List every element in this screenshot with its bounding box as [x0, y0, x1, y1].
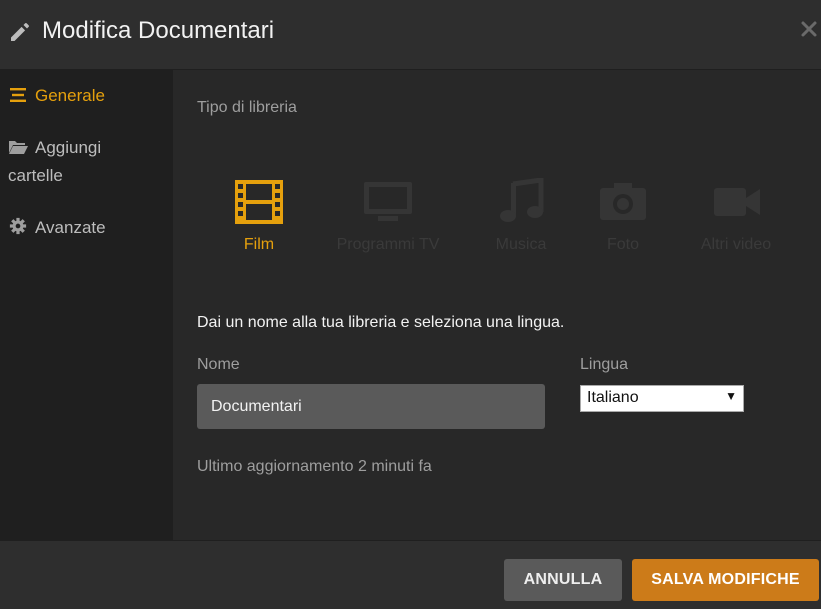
sidebar-item-avanzate[interactable]: Avanzate: [8, 214, 106, 242]
library-type-label: Programmi TV: [336, 236, 440, 253]
library-name-input[interactable]: [197, 384, 545, 429]
modal-header: Modifica Documentari: [0, 0, 821, 70]
sidebar: Generale Aggiungi cartelle Avanzate: [0, 70, 173, 540]
language-select[interactable]: Italiano ▼: [580, 385, 744, 412]
video-camera-icon: [714, 188, 760, 216]
library-type-label: Foto: [606, 236, 639, 253]
sidebar-item-label: Avanzate: [35, 218, 106, 237]
language-label: Lingua: [580, 356, 629, 373]
pencil-icon: [11, 23, 29, 41]
folder-open-icon: [9, 141, 28, 154]
gear-icon: [9, 217, 27, 235]
sidebar-item-aggiungi-cartelle[interactable]: Aggiungi cartelle: [8, 134, 101, 190]
library-type-foto[interactable]: Foto: [568, 178, 678, 254]
dropdown-arrow-icon: ▼: [725, 389, 737, 403]
library-type-programmi-tv[interactable]: Programmi TV: [333, 178, 443, 254]
save-button[interactable]: SALVA MODIFICHE: [632, 559, 819, 601]
sidebar-item-label: cartelle: [8, 166, 63, 185]
sidebar-item-label: Generale: [35, 86, 105, 105]
name-label: Nome: [197, 356, 240, 373]
close-icon[interactable]: [798, 18, 820, 40]
tv-icon: [364, 182, 412, 221]
library-type-altri-video[interactable]: Altri video: [681, 178, 791, 254]
library-type-musica[interactable]: Musica: [466, 178, 576, 254]
modal-footer: ANNULLA SALVA MODIFICHE: [0, 540, 821, 609]
film-icon: [235, 180, 283, 224]
library-type-label: Film: [243, 236, 275, 253]
camera-icon: [600, 183, 646, 220]
library-type-label: Altri video: [700, 236, 772, 253]
library-type-label: Tipo di libreria: [197, 99, 297, 116]
language-select-value: Italiano: [587, 389, 639, 406]
sidebar-item-generale[interactable]: Generale: [8, 82, 105, 110]
library-type-label: Musica: [495, 236, 547, 253]
main-panel: Tipo di libreria Film Programmi TV Music…: [173, 70, 821, 540]
library-type-film[interactable]: Film: [204, 178, 314, 254]
library-description: Dai un nome alla tua libreria e selezion…: [197, 314, 565, 331]
last-updated-text: Ultimo aggiornamento 2 minuti fa: [197, 458, 432, 475]
music-icon: [500, 178, 544, 222]
list-icon: [10, 88, 26, 102]
sidebar-item-label: Aggiungi: [35, 138, 102, 157]
cancel-button[interactable]: ANNULLA: [504, 559, 622, 601]
modal-title: Modifica Documentari: [42, 17, 275, 44]
